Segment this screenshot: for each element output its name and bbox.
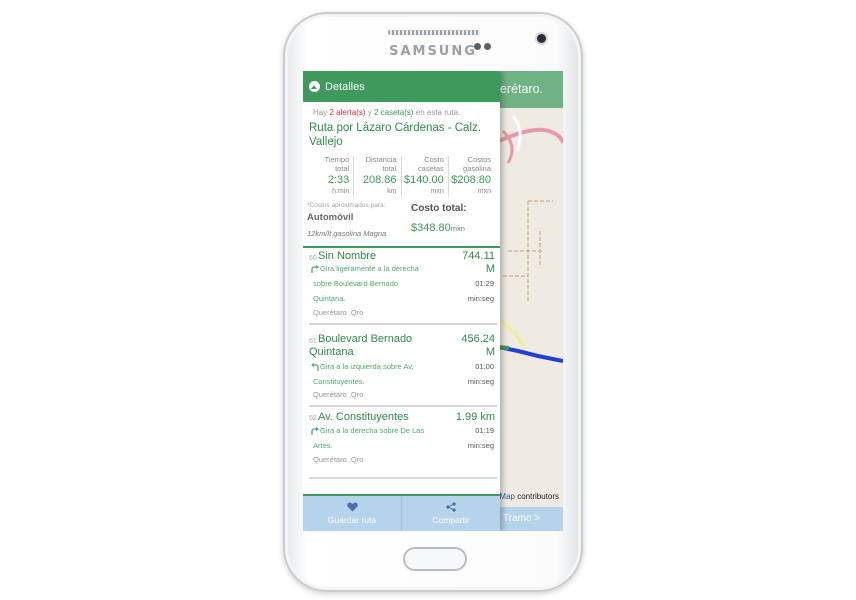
step-street-name-line: Boulevard Bernado [318,333,413,345]
metric-value: $208.80 [451,174,491,186]
step-time: 01:19 [475,426,494,435]
route-title: Ruta por Lázaro Cárdenas - Calz. Vallejo [309,122,481,148]
step-distance: 744.11 M [462,250,495,276]
total-cost-unit: mxn [450,224,465,233]
heart-icon [346,502,358,512]
route-alerts-summary: Hay 2 alerta(s) y 2 caseta(s) en esta ru… [303,102,500,117]
metric-value: $140.00 [403,174,444,186]
turn-right-icon [311,427,319,435]
turn-left-icon [311,363,319,371]
alerts-count[interactable]: 2 alerta(s) [329,108,365,117]
details-title: Detalles [325,80,365,93]
step-street-name-line: Quintana [309,346,354,358]
metric-value: 2:33 [327,174,350,186]
step-distance-value: 744.11 [462,250,495,262]
details-panel: Detalles Hay 2 alerta(s) y 2 caseta(s) e… [303,71,500,531]
home-button[interactable] [403,547,467,571]
metric-total-distance: Distancia total 208.86 km [354,155,402,197]
step-distance-unit: M [485,263,495,275]
route-metrics: Tiempo total 2:33 h:min Distancia total … [307,155,495,197]
vehicle-type: Automóvil [307,212,354,223]
metric-value: 208.86 [362,174,397,186]
step-time-unit: min:seg [467,377,494,386]
route-steps-list: 60 Sin Nombre 744.11 M Gira ligeramente … [303,248,500,479]
front-camera-icon [537,34,546,43]
metric-total-time: Tiempo total 2:33 h:min [307,155,355,197]
approx-costs-note: *Costos aproximados para: [307,202,386,209]
metric-unit: km [387,188,397,195]
cost-summary: *Costos aproximados para: Automóvil 12km… [303,202,500,244]
map-road-yellow [498,317,527,350]
step-distance-unit: M [485,346,495,358]
map-attribution-text: contributors [517,492,559,501]
step-number: 60 [309,255,317,262]
step-time-unit: min:seg [467,294,494,303]
step-instruction: Constituyentes. [313,377,365,386]
route-step[interactable]: 62 Av. Constituyentes 1.99 km Gira a la … [309,407,497,479]
total-cost-label: Costo total: [411,203,467,214]
fuel-efficiency: 12km/lt gasolina Magna [307,229,387,238]
alerts-prefix: Hay [313,108,328,117]
phone-brand-logo: SAMSUNG [389,44,477,59]
metric-label: total [382,163,397,173]
step-time: 01:29 [475,279,494,288]
turn-right-icon [311,265,319,273]
phone-screen: uerétaro. Map contributors Tramo > Detal… [303,71,563,531]
route-step[interactable]: 61 Boulevard Bernado Quintana 456.24 M G… [309,325,497,407]
metric-label: gasolina [463,163,491,173]
metric-unit: mxn [477,188,491,195]
step-street-name: Boulevard Bernado Quintana [309,333,413,359]
step-time-unit: min:seg [467,441,494,450]
step-city: Querétaro ,Qro [313,390,364,399]
metric-label: total [335,163,350,173]
step-instruction: Gira a la derecha sobre De Las [320,426,425,435]
step-number: 61 [309,338,317,345]
step-distance-value: 456.24 [461,333,495,345]
step-city: Querétaro ,Qro [313,308,364,317]
step-time: 01:00 [475,362,494,371]
share-button[interactable]: Compartir [401,496,500,531]
step-instruction: Gira a la izquierda sobre Av. [320,362,414,371]
earpiece-speaker [388,30,480,35]
total-cost-value: $348.80mxn [411,222,465,234]
step-instruction: Quintana. [313,294,346,303]
route-step[interactable]: 60 Sin Nombre 744.11 M Gira ligeramente … [309,248,497,325]
route-actions-bar: Guardar ruta Compartir [303,494,500,531]
step-number: 62 [309,415,317,422]
save-route-button[interactable]: Guardar ruta [303,496,401,531]
alerts-suffix: en esta ruta. [415,108,461,117]
map-attribution: Map contributors [499,492,559,501]
step-city: Querétaro ,Qro [313,455,364,464]
total-cost-amount: $348.80 [411,222,451,234]
step-instruction: sobre Boulevard Bernado [313,279,399,288]
metric-label: casetas [417,163,444,173]
step-instruction: Artes. [313,441,333,450]
step-distance: 456.24 M [461,333,495,359]
metric-unit: h:min [332,188,350,195]
metric-unit: mxn [430,188,444,195]
tolls-count[interactable]: 2 caseta(s) [374,108,414,117]
details-header[interactable]: Detalles [303,71,500,102]
metric-fuel-cost: Costos gasolina $208.80 mxn [449,155,495,197]
metric-toll-cost: Costo casetas $140.00 mxn [402,155,449,197]
map-dirt-roads [503,200,553,301]
collapse-up-icon[interactable] [309,81,320,92]
share-icon [446,502,456,512]
map-route-start [498,345,510,350]
save-route-label: Guardar ruta [327,515,377,525]
next-segment-button[interactable]: Tramo > [499,507,563,531]
share-label: Compartir [432,515,470,525]
step-instruction: Gira ligeramente a la derecha [320,264,419,273]
alerts-and: y [367,108,372,117]
map-attribution-link[interactable]: Map [499,492,515,501]
